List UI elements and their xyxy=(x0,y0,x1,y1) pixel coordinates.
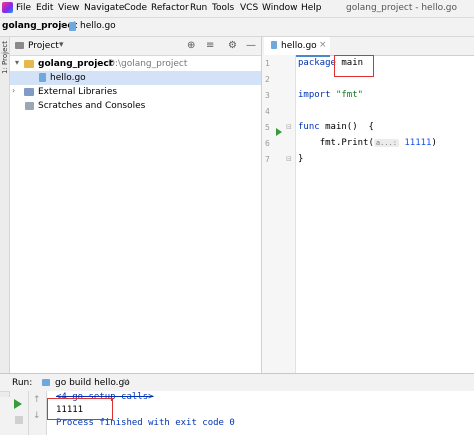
menu-tools[interactable]: Tools xyxy=(212,3,234,13)
chevron-right-icon[interactable]: › xyxy=(12,86,15,95)
run-config-tab[interactable]: go build hello.go xyxy=(55,378,130,388)
arrow-up-icon[interactable]: ↑ xyxy=(33,395,41,405)
tree-root-path: D:\golang_project xyxy=(108,59,188,69)
close-icon[interactable]: × xyxy=(122,377,130,387)
tree-root-name: golang_project xyxy=(38,59,114,69)
chevron-down-icon[interactable]: ▾ xyxy=(15,58,19,67)
chevron-down-icon[interactable]: ▾ xyxy=(59,40,64,50)
line-number: 5 xyxy=(265,123,270,132)
goland-logo-icon xyxy=(2,2,13,13)
library-icon xyxy=(24,88,34,96)
code-line-3[interactable]: import "fmt" xyxy=(298,90,363,100)
go-file-icon xyxy=(42,379,50,386)
tree-item-external-libraries[interactable]: › External Libraries xyxy=(10,85,261,99)
menu-help[interactable]: Help xyxy=(301,3,322,13)
menu-file[interactable]: File xyxy=(16,3,31,13)
breadcrumb-file[interactable]: hello.go xyxy=(80,21,116,31)
editor: hello.go × 1 2 3 4 5 6 7 ⊟ ⊟ package mai… xyxy=(262,37,474,373)
line-number: 2 xyxy=(265,75,270,84)
run-nav-toolbar: ↑ ↓ xyxy=(29,391,47,435)
navigation-bar: golang_project › hello.go xyxy=(0,18,474,37)
tree-external-libraries-label: External Libraries xyxy=(38,87,118,97)
highlight-annotation-box xyxy=(47,398,113,420)
fold-icon[interactable]: ⊟ xyxy=(286,155,292,163)
code-brace: } xyxy=(298,154,304,164)
go-file-icon xyxy=(69,22,76,31)
code-line-6[interactable]: fmt.Print(a...: 11111) xyxy=(298,138,437,148)
menu-run[interactable]: Run xyxy=(190,3,207,13)
breadcrumb-project[interactable]: golang_project xyxy=(2,21,77,31)
tree-scratches-label: Scratches and Consoles xyxy=(38,101,146,111)
arrow-down-icon[interactable]: ↓ xyxy=(33,411,41,421)
stop-icon[interactable] xyxy=(15,416,23,424)
line-number: 6 xyxy=(265,139,270,148)
editor-gutter: 1 2 3 4 5 6 7 ⊟ ⊟ xyxy=(262,55,296,373)
gear-icon[interactable]: ⚙ xyxy=(228,40,237,51)
run-panel-header: Run: go build hello.go × xyxy=(0,373,474,392)
line-number: 1 xyxy=(265,59,270,68)
tree-item-hello-go[interactable]: hello.go xyxy=(10,71,261,85)
project-panel-header: Project ▾ ⊕ ≡ ⚙ — xyxy=(10,37,261,56)
menu-view[interactable]: View xyxy=(58,3,79,13)
run-gutter-icon[interactable] xyxy=(276,128,282,136)
window-title: golang_project - hello.go xyxy=(346,3,458,13)
code-keyword: import xyxy=(298,90,331,100)
left-tool-stripe: 1: Project xyxy=(0,37,10,397)
close-icon[interactable]: × xyxy=(319,40,327,50)
code-line-7[interactable]: } xyxy=(298,154,303,164)
go-file-icon xyxy=(271,41,277,49)
tab-hello-go[interactable]: hello.go × xyxy=(264,37,330,57)
parameter-hint: a...: xyxy=(373,139,399,147)
tab-label: hello.go xyxy=(281,41,317,51)
go-file-icon xyxy=(39,73,46,82)
tree-item-scratches[interactable]: Scratches and Consoles xyxy=(10,99,261,113)
fold-icon[interactable]: ⊟ xyxy=(286,123,292,131)
code-call: fmt.Print( xyxy=(319,138,374,148)
code-keyword: package xyxy=(298,58,336,68)
breadcrumb-separator: › xyxy=(60,21,64,31)
run-panel-label: Run: xyxy=(12,378,33,388)
code-func-signature: main() { xyxy=(319,122,374,132)
tree-file-name: hello.go xyxy=(50,73,86,83)
collapse-all-icon[interactable]: ≡ xyxy=(206,40,214,51)
menu-edit[interactable]: Edit xyxy=(36,3,53,13)
code-paren: ) xyxy=(431,138,437,148)
project-icon xyxy=(15,42,24,49)
folder-icon xyxy=(24,60,34,68)
locate-icon[interactable]: ⊕ xyxy=(187,40,195,51)
code-keyword: func xyxy=(298,122,320,132)
run-toolbar xyxy=(10,391,29,435)
menu-window[interactable]: Window xyxy=(262,3,298,13)
project-view-label[interactable]: Project xyxy=(28,41,59,51)
code-string: "fmt" xyxy=(330,90,364,100)
menu-refactor[interactable]: Refactor xyxy=(151,3,189,13)
tree-item-project-root[interactable]: ▾ golang_project D:\golang_project xyxy=(10,57,261,71)
menu-vcs[interactable]: VCS xyxy=(240,3,258,13)
menu-navigate[interactable]: Navigate xyxy=(84,3,124,13)
highlight-annotation-box xyxy=(334,55,374,77)
rerun-icon[interactable] xyxy=(14,399,22,409)
menu-code[interactable]: Code xyxy=(124,3,147,13)
scratches-icon xyxy=(25,102,34,110)
line-number: 4 xyxy=(265,107,270,116)
code-number: 11111 xyxy=(398,138,432,148)
hide-icon[interactable]: — xyxy=(246,40,256,51)
editor-tab-bar: hello.go × xyxy=(262,37,474,57)
line-number: 3 xyxy=(265,91,270,100)
code-line-5[interactable]: func main() { xyxy=(298,122,374,132)
project-panel: Project ▾ ⊕ ≡ ⚙ — ▾ golang_project D:\go… xyxy=(10,37,262,373)
line-number: 7 xyxy=(265,155,270,164)
project-tool-window-button[interactable]: 1: Project xyxy=(1,41,9,74)
menu-bar: File Edit View Navigate Code Refactor Ru… xyxy=(0,0,474,18)
